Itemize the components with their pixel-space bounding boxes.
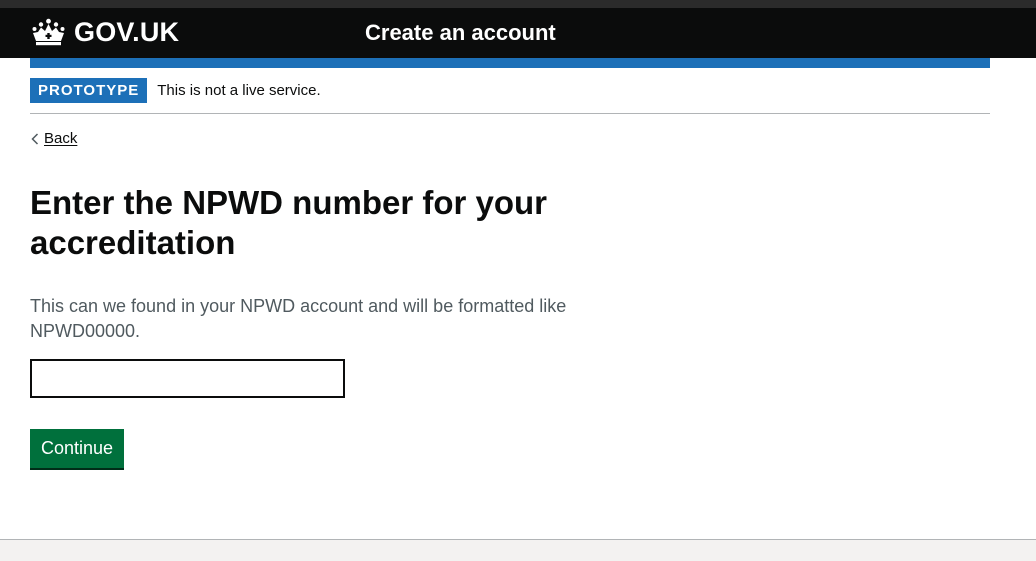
- back-link-label: Back: [44, 130, 78, 147]
- govuk-header: GOV.UK Create an account: [0, 8, 1036, 58]
- logo-text: GOV.UK: [74, 17, 180, 47]
- crown-icon: [32, 18, 65, 45]
- service-name-link[interactable]: Create an account: [365, 19, 556, 47]
- browser-top-strip: [0, 0, 1036, 8]
- hint-text: This can we found in your NPWD account a…: [30, 296, 567, 341]
- back-link[interactable]: Back: [30, 128, 77, 150]
- phase-banner: PROTOTYPE This is not a live service.: [30, 78, 990, 114]
- phase-tag: PROTOTYPE: [30, 78, 148, 103]
- phase-text: This is not a live service.: [157, 82, 321, 99]
- page-title: Enter the NPWD number for your accredita…: [30, 184, 548, 261]
- govuk-logo-link[interactable]: GOV.UK: [30, 17, 179, 47]
- header-blue-bar: [30, 58, 990, 68]
- chevron-left-icon: [31, 133, 39, 145]
- page-footer: [0, 539, 1036, 561]
- continue-button[interactable]: Continue: [30, 429, 125, 468]
- npwd-number-input[interactable]: [30, 359, 345, 398]
